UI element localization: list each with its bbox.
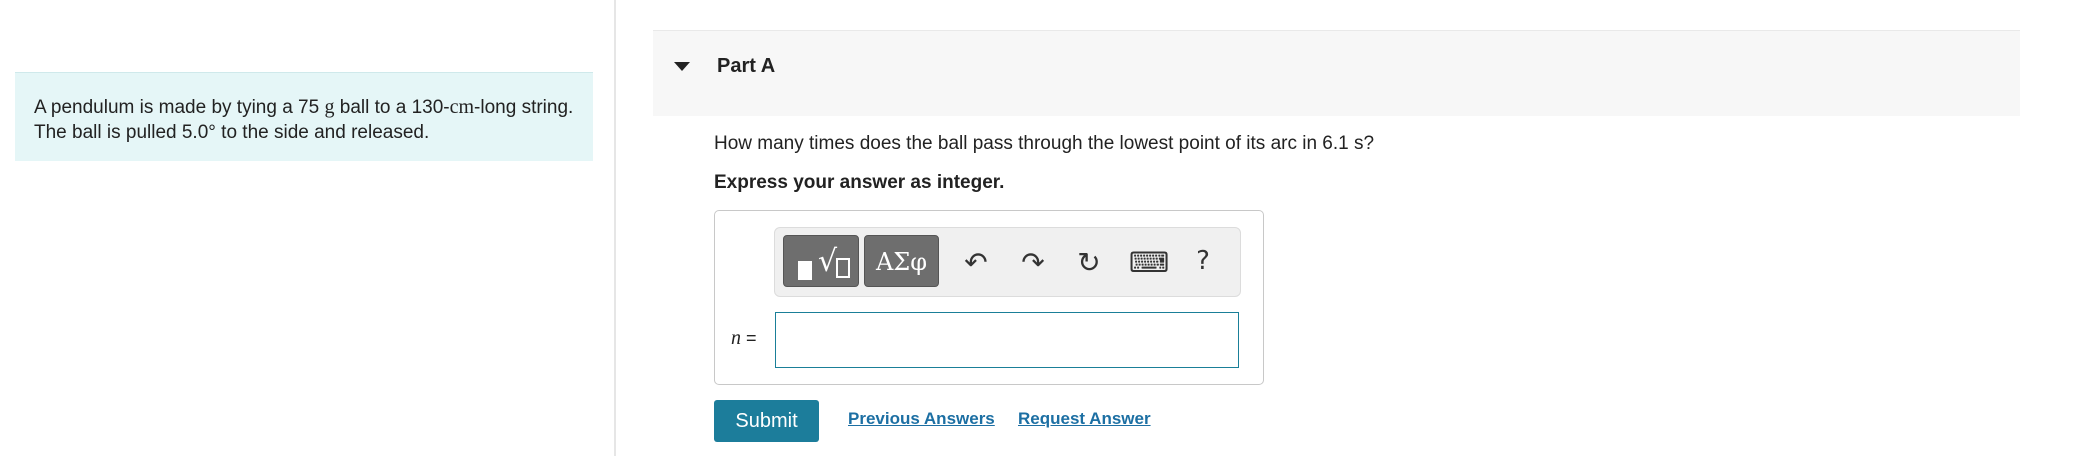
part-header[interactable]: Part A (653, 30, 2020, 116)
problem-text-2: ball to a 130- (334, 97, 450, 118)
math-toolbar: √ ΑΣφ ↶ ↷ ↻ ⌨ ? (774, 227, 1241, 297)
request-answer-link[interactable]: Request Answer (1018, 409, 1151, 429)
reset-icon[interactable]: ↻ (1071, 246, 1107, 279)
collapse-caret-icon[interactable] (674, 62, 690, 71)
symbols-button[interactable]: ΑΣφ (864, 235, 939, 287)
previous-answers-link[interactable]: Previous Answers (848, 409, 995, 429)
answer-instruction: Express your answer as integer. (714, 172, 1005, 193)
answer-variable: n (731, 327, 741, 349)
degree-symbol: ° (208, 122, 216, 143)
redo-icon[interactable]: ↷ (1015, 246, 1051, 279)
submit-button[interactable]: Submit (714, 400, 819, 442)
panel-divider (614, 0, 616, 456)
part-title: Part A (717, 55, 776, 77)
keyboard-icon[interactable]: ⌨ (1129, 246, 1169, 279)
answer-input[interactable] (775, 312, 1239, 368)
problem-statement: A pendulum is made by tying a 75 g ball … (15, 72, 593, 161)
undo-icon[interactable]: ↶ (958, 246, 994, 279)
answer-label: n = (731, 327, 757, 350)
answer-box: √ ΑΣφ ↶ ↷ ↻ ⌨ ? n = (714, 210, 1264, 385)
unit-centimeters: cm (449, 96, 475, 118)
problem-panel: A pendulum is made by tying a 75 g ball … (0, 0, 614, 456)
answer-equals: = (741, 328, 757, 348)
problem-text-1: A pendulum is made by tying a 75 (34, 97, 325, 118)
templates-icon (798, 261, 812, 280)
question-text: How many times does the ball pass throug… (714, 133, 1375, 154)
problem-text-4: to the side and released. (215, 122, 430, 143)
help-icon[interactable]: ? (1185, 246, 1221, 276)
unit-grams: g (324, 96, 335, 118)
templates-button[interactable]: √ (783, 235, 859, 287)
